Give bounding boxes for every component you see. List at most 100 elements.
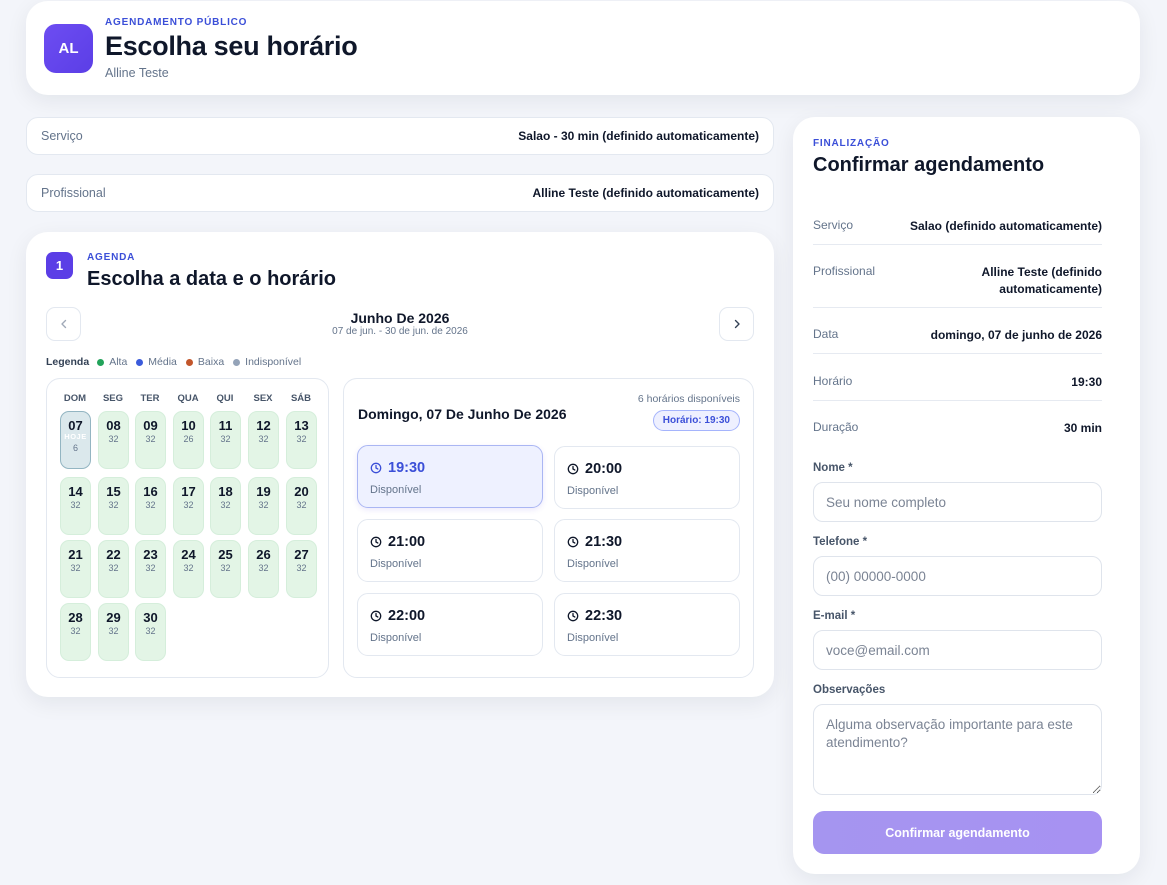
- slot-status: Disponível: [567, 485, 619, 497]
- day-number: 21: [68, 547, 83, 562]
- calendar-day[interactable]: 28 32: [60, 603, 91, 661]
- day-number: 08: [106, 418, 121, 433]
- day-slot-count: 6: [72, 442, 78, 453]
- chevron-right-icon: [734, 319, 740, 329]
- calendar-day[interactable]: 22 32: [98, 540, 129, 598]
- slot-time: 20:00: [567, 461, 622, 477]
- summary-row: Horário 19:30: [813, 374, 1102, 401]
- day-slot-count: 32: [296, 563, 307, 574]
- slot-time-label: 22:30: [585, 608, 623, 624]
- day-slot-count: 32: [145, 434, 156, 445]
- calendar-day[interactable]: 14 32: [60, 477, 91, 535]
- day-number: 10: [181, 418, 196, 433]
- slot-time: 21:00: [370, 534, 425, 550]
- day-number: 30: [143, 610, 158, 625]
- legend: Legenda Alta Média Baixa Indisponível: [46, 356, 310, 368]
- day-slot-count: 32: [70, 626, 81, 637]
- legend-item-indisponivel: Indisponível: [233, 356, 301, 368]
- day-number: 28: [68, 610, 83, 625]
- confirm-booking-button[interactable]: Confirmar agendamento: [813, 811, 1102, 854]
- slot-time: 21:30: [567, 534, 622, 550]
- summary-row: Serviço Salao (definido automaticamente): [813, 218, 1102, 245]
- page-subtitle: Alline Teste: [105, 66, 169, 80]
- calendar-day[interactable]: 26 32: [248, 540, 279, 598]
- time-slots-panel: Domingo, 07 De Junho De 2026 6 horários …: [343, 378, 754, 678]
- calendar-day[interactable]: 21 32: [60, 540, 91, 598]
- summary-value: domingo, 07 de junho de 2026: [930, 328, 1102, 342]
- time-slot[interactable]: 20:00 Disponível: [554, 446, 740, 509]
- day-slot-count: 32: [70, 500, 81, 511]
- calendar-day[interactable]: 07 HOJE 6: [60, 411, 91, 469]
- clock-icon: [567, 536, 579, 548]
- phone-input[interactable]: [813, 556, 1102, 596]
- calendar-day[interactable]: 16 32: [135, 477, 166, 535]
- calendar-day[interactable]: 18 32: [210, 477, 241, 535]
- time-slot[interactable]: 19:30 Disponível: [357, 445, 543, 508]
- legend-dot: [185, 358, 193, 366]
- professional-selector[interactable]: Profissional Alline Teste (definido auto…: [26, 174, 774, 212]
- calendar-day[interactable]: 30 32: [135, 603, 166, 661]
- next-month-button[interactable]: [719, 307, 754, 341]
- service-selector[interactable]: Serviço Salao - 30 min (definido automat…: [26, 117, 774, 155]
- time-slot[interactable]: 22:30 Disponível: [554, 593, 740, 656]
- name-label: Nome *: [813, 462, 853, 474]
- calendar-day[interactable]: 12 32: [248, 411, 279, 469]
- day-number: 11: [218, 418, 233, 433]
- time-slot[interactable]: 21:30 Disponível: [554, 519, 740, 582]
- day-number: 20: [294, 484, 309, 499]
- day-number: 27: [294, 547, 309, 562]
- calendar-day[interactable]: 11 32: [210, 411, 241, 469]
- calendar-day[interactable]: 27 32: [286, 540, 317, 598]
- slot-time: 19:30: [370, 460, 425, 476]
- calendar-day[interactable]: 23 32: [135, 540, 166, 598]
- notes-textarea[interactable]: [813, 704, 1102, 795]
- slot-time-label: 21:00: [388, 534, 426, 550]
- calendar-day[interactable]: 17 32: [173, 477, 204, 535]
- day-slot-count: 32: [145, 563, 156, 574]
- calendar-day[interactable]: 20 32: [286, 477, 317, 535]
- clock-icon: [370, 536, 382, 548]
- email-input[interactable]: [813, 630, 1102, 670]
- phone-label: Telefone *: [813, 536, 868, 548]
- agenda-title: Escolha a data e o horário: [87, 268, 336, 290]
- time-slot[interactable]: 21:00 Disponível: [357, 519, 543, 582]
- day-slot-count: 32: [296, 434, 307, 445]
- legend-dot: [233, 358, 241, 366]
- calendar-day[interactable]: 24 32: [173, 540, 204, 598]
- day-number: 13: [294, 418, 309, 433]
- legend-dot: [136, 358, 144, 366]
- calendar-day[interactable]: 13 32: [286, 411, 317, 469]
- clock-icon: [370, 462, 382, 474]
- calendar-day[interactable]: 29 32: [98, 603, 129, 661]
- confirm-card: FINALIZAÇÃO Confirmar agendamento Nome *…: [793, 117, 1140, 874]
- page-header: AL AGENDAMENTO PÚBLICO Escolha seu horár…: [26, 1, 1140, 95]
- calendar-day[interactable]: 08 32: [98, 411, 129, 469]
- slot-status: Disponível: [370, 484, 422, 496]
- day-number: 26: [256, 547, 271, 562]
- day-slot-count: 32: [258, 500, 269, 511]
- day-number: 17: [181, 484, 196, 499]
- step-badge: 1: [46, 252, 73, 279]
- summary-label: Duração: [813, 420, 859, 434]
- time-slot[interactable]: 22:00 Disponível: [357, 593, 543, 656]
- day-number: 16: [143, 484, 158, 499]
- calendar-day[interactable]: 25 32: [210, 540, 241, 598]
- weekday-header: QUA: [177, 393, 199, 404]
- legend-item-baixa: Baixa: [185, 356, 224, 368]
- name-input[interactable]: [813, 482, 1102, 522]
- slot-time-label: 22:00: [388, 608, 426, 624]
- day-number: 15: [106, 484, 121, 499]
- calendar-day[interactable]: 09 32: [135, 411, 166, 469]
- summary-value: Salao (definido automaticamente): [909, 219, 1102, 233]
- email-label: E-mail *: [813, 610, 856, 622]
- calendar-day[interactable]: 19 32: [248, 477, 279, 535]
- notes-label: Observações: [813, 684, 886, 696]
- clock-icon: [567, 610, 579, 622]
- summary-value: Alline Teste (definido automaticamente): [981, 265, 1102, 297]
- slot-status: Disponível: [567, 558, 619, 570]
- legend-label: Alta: [109, 356, 128, 368]
- day-slot-count: 32: [145, 500, 156, 511]
- calendar-day[interactable]: 10 26: [173, 411, 204, 469]
- service-label: Serviço: [41, 129, 83, 143]
- calendar-day[interactable]: 15 32: [98, 477, 129, 535]
